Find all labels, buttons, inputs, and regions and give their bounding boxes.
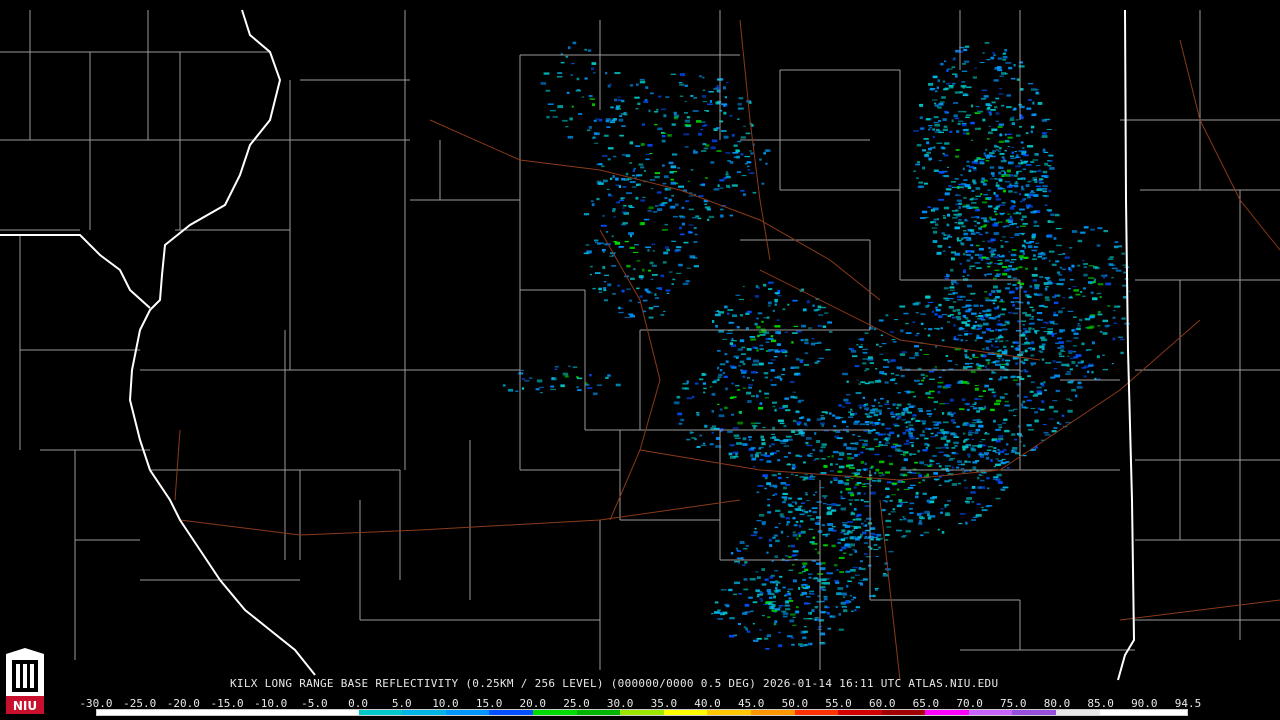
reflectivity-colorbar bbox=[96, 709, 1188, 716]
colorbar-swatch bbox=[358, 710, 403, 715]
colorbar-swatch bbox=[314, 710, 359, 715]
colorbar-swatch bbox=[489, 710, 533, 715]
colorbar-swatch bbox=[97, 710, 141, 715]
reflectivity-echoes bbox=[502, 41, 1131, 650]
niu-logo: NIU bbox=[6, 648, 44, 714]
svg-text:NIU: NIU bbox=[13, 699, 37, 713]
colorbar-swatch bbox=[663, 710, 708, 715]
colorbar-swatch bbox=[271, 710, 315, 715]
colorbar-swatch bbox=[532, 710, 577, 715]
colorbar-swatch bbox=[1012, 710, 1057, 715]
colorbar-swatch bbox=[968, 710, 1013, 715]
colorbar-swatch bbox=[794, 710, 839, 715]
colorbar-swatch bbox=[1056, 710, 1100, 715]
colorbar-swatch bbox=[1099, 710, 1144, 715]
colorbar-swatch bbox=[838, 710, 882, 715]
product-title: KILX LONG RANGE BASE REFLECTIVITY (0.25K… bbox=[230, 677, 999, 690]
colorbar-swatch bbox=[620, 710, 664, 715]
colorbar-swatch bbox=[140, 710, 185, 715]
colorbar-swatch bbox=[184, 710, 228, 715]
colorbar-swatch bbox=[402, 710, 446, 715]
colorbar-swatch bbox=[881, 710, 926, 715]
colorbar-swatch bbox=[707, 710, 751, 715]
colorbar-swatch bbox=[925, 710, 969, 715]
colorbar-swatch bbox=[445, 710, 490, 715]
highways bbox=[174, 19, 1280, 681]
county-boundaries bbox=[0, 10, 1280, 670]
colorbar-labels: -30.0 -25.0 -20.0 -15.0 -10.0 -5.0 0.0 5.0 10.0 1… bbox=[79, 697, 1201, 710]
radar-map bbox=[0, 9, 1280, 681]
colorbar-swatch bbox=[1143, 710, 1187, 715]
colorbar-swatch bbox=[576, 710, 621, 715]
colorbar-swatch bbox=[750, 710, 795, 715]
colorbar-swatch bbox=[227, 710, 272, 715]
